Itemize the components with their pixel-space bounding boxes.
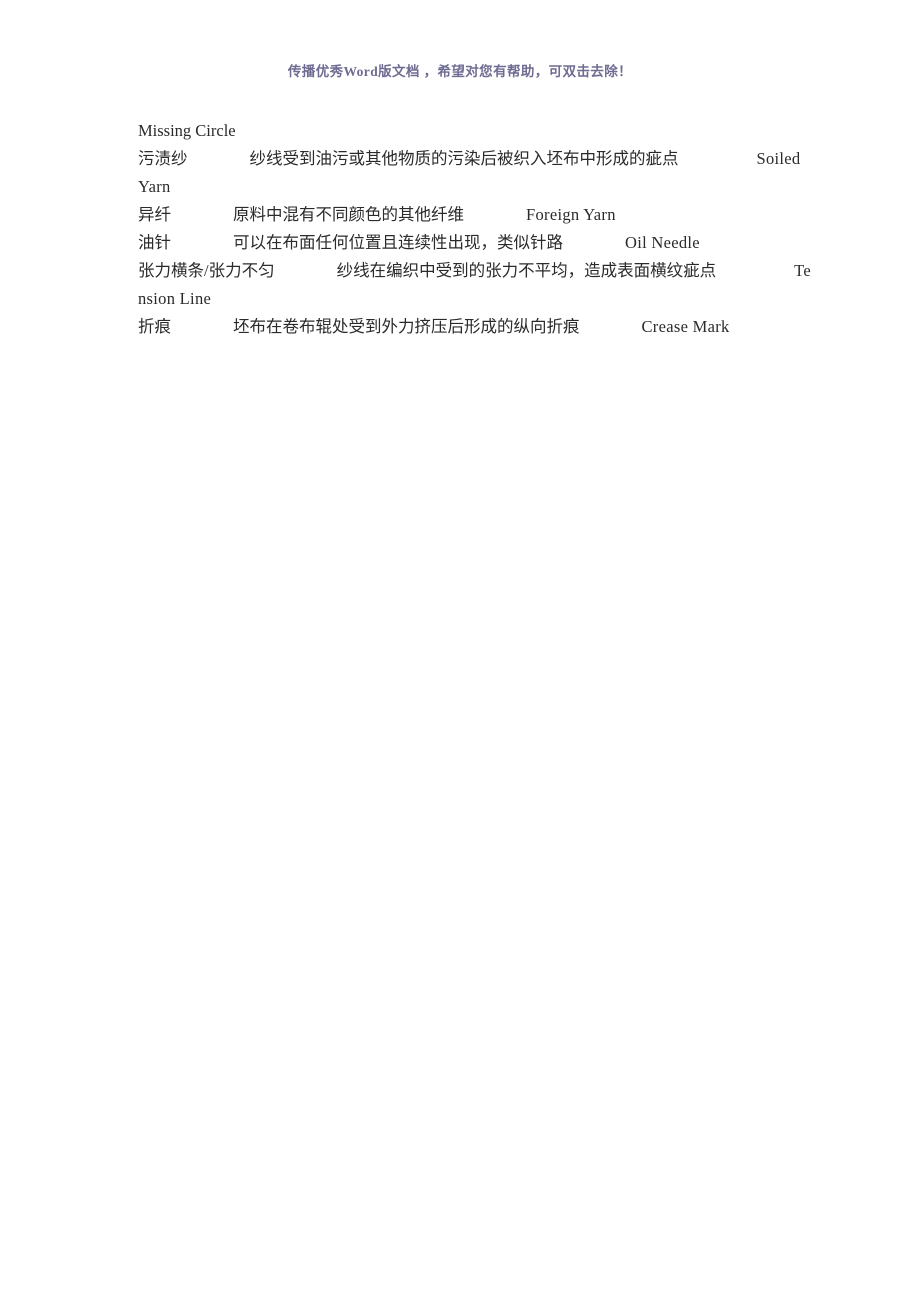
tab-spacer <box>679 145 757 173</box>
header-watermark: 传播优秀Word版文档 ，希望对您有帮助，可双击去除！ <box>287 64 633 79</box>
entry-english: Crease Mark <box>641 317 730 336</box>
entry-term: 张力横条/张力不匀 <box>138 261 275 280</box>
entry-description: 纱线受到油污或其他物质的污染后被织入坯布中形成的疵点 <box>249 149 679 168</box>
entry-english: Foreign Yarn <box>526 205 616 224</box>
entry-english: Oil Needle <box>625 233 700 252</box>
entry-row: 张力横条/张力不匀 纱线在编织中受到的张力不平均，造成表面横纹疵点 Tensio… <box>138 257 816 313</box>
entry-row: 油针 可以在布面任何位置且连续性出现，类似针路 Oil Needle <box>138 229 816 257</box>
entry-description: 原料中混有不同颜色的其他纤维 <box>233 205 464 224</box>
continuation-line-missing-circle: Missing Circle <box>138 121 236 140</box>
tab-spacer <box>188 145 250 173</box>
entry-row: 污渍纱 纱线受到油污或其他物质的污染后被织入坯布中形成的疵点 Soiled Ya… <box>138 145 816 201</box>
tab-spacer <box>171 313 233 341</box>
document-page: 传播优秀Word版文档 ，希望对您有帮助，可双击去除！ Missing Circ… <box>0 0 920 1302</box>
tab-spacer <box>171 201 233 229</box>
tab-spacer <box>563 229 625 257</box>
tab-spacer <box>464 201 526 229</box>
tab-spacer <box>716 257 794 285</box>
entry-term: 油针 <box>138 233 171 252</box>
tab-spacer <box>580 313 642 341</box>
entry-term: 污渍纱 <box>138 149 188 168</box>
tab-spacer <box>275 257 337 285</box>
entry-term: 异纤 <box>138 205 171 224</box>
entry-row: 异纤 原料中混有不同颜色的其他纤维 Foreign Yarn <box>138 201 816 229</box>
entry-description: 可以在布面任何位置且连续性出现，类似针路 <box>233 233 563 252</box>
tab-spacer <box>171 229 233 257</box>
entry-description: 纱线在编织中受到的张力不平均，造成表面横纹疵点 <box>336 261 717 280</box>
entry-term: 折痕 <box>138 317 171 336</box>
entry-row: 折痕 坯布在卷布辊处受到外力挤压后形成的纵向折痕 Crease Mark <box>138 313 816 341</box>
document-body: Missing Circle 污渍纱 纱线受到油污或其他物质的污染后被织入坯布中… <box>138 117 816 341</box>
entry-description: 坯布在卷布辊处受到外力挤压后形成的纵向折痕 <box>233 317 580 336</box>
